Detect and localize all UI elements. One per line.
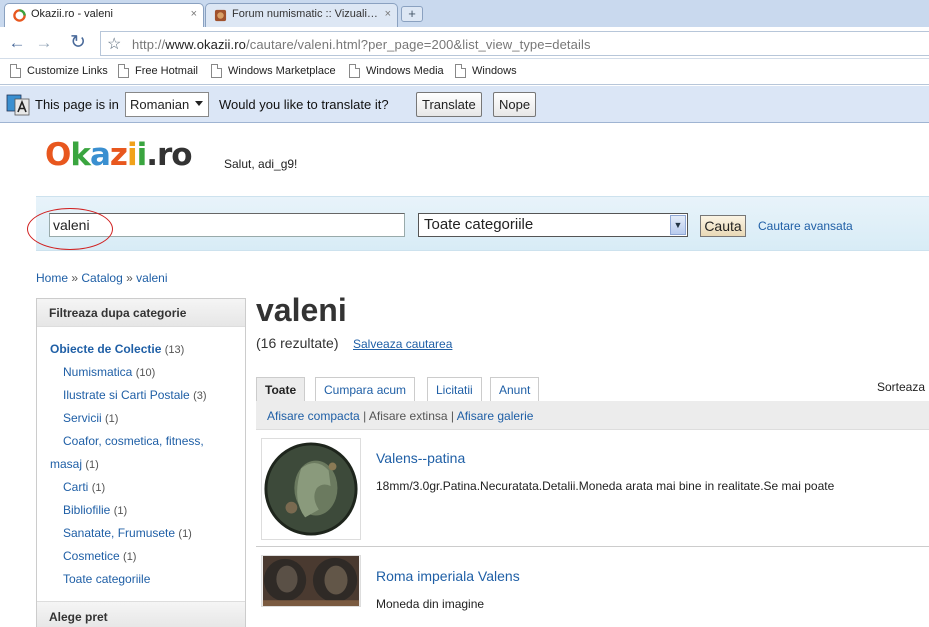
bookmark-windows-marketplace[interactable]: Windows Marketplace: [211, 64, 336, 78]
listing-title-link[interactable]: Valens--patina: [376, 450, 465, 466]
logo-letter: z: [109, 137, 128, 173]
sidebar-item-servicii[interactable]: Servicii (1): [63, 411, 118, 425]
logo-letter: O: [45, 137, 71, 173]
sidebar-item-carti[interactable]: Carti (1): [63, 480, 105, 494]
category-select[interactable]: Toate categoriile ▼: [418, 213, 688, 237]
save-search-link[interactable]: Salveaza cautarea: [353, 337, 452, 351]
page-icon: [349, 64, 360, 78]
address-bar[interactable]: ☆ http://www.okazii.ro/cautare/valeni.ht…: [100, 31, 929, 56]
translate-prefix: This page is in: [35, 97, 119, 112]
page-icon: [455, 64, 466, 78]
tab-anunt[interactable]: Anunt: [490, 377, 540, 402]
price-filter-heading[interactable]: Alege pret: [37, 601, 245, 627]
breadcrumb-current[interactable]: valeni: [136, 271, 167, 285]
translate-question: Would you like to translate it?: [219, 97, 389, 112]
view-extended-current: Afisare extinsa: [368, 409, 448, 423]
sidebar-item-toate[interactable]: Toate categoriile: [63, 572, 150, 586]
tab-licitatii[interactable]: Licitatii: [427, 377, 482, 402]
bookmark-customize-links[interactable]: Customize Links: [10, 64, 108, 78]
forum-favicon-icon: [214, 9, 227, 22]
page-icon: [118, 64, 129, 78]
sidebar-item-sanatate[interactable]: Sanatate, Frumusete (1): [63, 526, 192, 540]
listing-item: Valens--patina 18mm/3.0gr.Patina.Necurat…: [256, 430, 929, 547]
view-mode-bar: Afisare compacta | Afisare extinsa | Afi…: [256, 401, 929, 430]
bookmark-windows[interactable]: Windows: [455, 64, 517, 78]
sidebar-item-obiecte-de-colectie[interactable]: Obiecte de Colectie (13): [50, 342, 184, 356]
tab-okazii[interactable]: Okazii.ro - valeni ×: [4, 3, 204, 27]
okazii-logo[interactable]: Okazii.ro: [45, 136, 193, 174]
bookmarks-bar: Customize Links Free Hotmail Windows Mar…: [0, 60, 929, 85]
sidebar-item-numismatica[interactable]: Numismatica (10): [63, 365, 155, 379]
sidebar-heading: Filtreaza dupa categorie: [37, 299, 245, 327]
search-bar: valeni Toate categoriile ▼ Cauta Cautare …: [27, 196, 929, 251]
results-count: (16 rezultate): [256, 335, 339, 351]
bookmark-star-icon[interactable]: ☆: [107, 34, 121, 54]
view-gallery-link[interactable]: Afisare galerie: [457, 409, 534, 423]
coin-thumbnail-image[interactable]: [261, 555, 361, 607]
url-text: http://www.okazii.ro/cautare/valeni.html…: [132, 37, 591, 52]
breadcrumb: Home » Catalog » valeni: [36, 271, 168, 285]
page-icon: [10, 64, 21, 78]
coin-thumbnail-image[interactable]: [261, 438, 361, 540]
okazii-favicon-icon: [13, 9, 26, 22]
logo-letter: i: [126, 137, 138, 173]
reload-icon[interactable]: ↻: [67, 33, 89, 55]
user-greeting: Salut, adi_g9!: [224, 157, 298, 171]
tab-title: Okazii.ro - valeni: [31, 8, 113, 20]
search-button[interactable]: Cauta: [700, 215, 746, 237]
translate-icon: [6, 94, 30, 116]
sort-label[interactable]: Sorteaza: [877, 380, 925, 394]
listing-item: Roma imperiala Valens Moneda din imagine: [256, 548, 929, 627]
page-icon: [211, 64, 222, 78]
red-circle-annotation: [27, 208, 113, 250]
sidebar-item-bibliofilie[interactable]: Bibliofilie (1): [63, 503, 127, 517]
tab-toate[interactable]: Toate: [256, 377, 306, 402]
tab-cumpara-acum[interactable]: Cumpara acum: [315, 377, 416, 402]
sidebar-item-coafor-cont[interactable]: masaj (1): [50, 457, 99, 471]
listing-title-link[interactable]: Roma imperiala Valens: [376, 568, 520, 584]
page-title: valeni: [256, 292, 347, 328]
view-compact-link[interactable]: Afisare compacta: [267, 409, 360, 423]
sidebar-item-coafor[interactable]: Coafor, cosmetica, fitness,: [63, 434, 204, 448]
close-tab-icon[interactable]: ×: [191, 8, 197, 20]
sidebar-item-ilustrate[interactable]: Ilustrate si Carti Postale (3): [63, 388, 207, 402]
nope-button[interactable]: Nope: [493, 92, 537, 117]
language-select[interactable]: Romanian: [125, 92, 209, 117]
new-tab-button[interactable]: +: [401, 6, 423, 22]
chevron-down-icon: ▼: [670, 215, 686, 235]
tab-forum[interactable]: Forum numismatic :: Vizuali… ×: [205, 3, 398, 27]
browser-toolbar: ← → ↻ ☆ http://www.okazii.ro/cautare/val…: [0, 27, 929, 59]
listing-description: 18mm/3.0gr.Patina.Necuratata.Detalii.Mon…: [376, 479, 835, 493]
sidebar-item-cosmetice[interactable]: Cosmetice (1): [63, 549, 136, 563]
forward-arrow-icon[interactable]: →: [33, 33, 55, 55]
bookmark-windows-media[interactable]: Windows Media: [349, 64, 444, 78]
listing-description: Moneda din imagine: [376, 597, 485, 611]
breadcrumb-home[interactable]: Home: [36, 271, 68, 285]
breadcrumb-catalog[interactable]: Catalog: [81, 271, 122, 285]
close-tab-icon[interactable]: ×: [385, 8, 391, 20]
browser-tab-strip: Okazii.ro - valeni × Forum numismatic ::…: [0, 0, 929, 27]
chevron-down-icon: [195, 101, 203, 106]
category-filter-sidebar: Filtreaza dupa categorie Obiecte de Cole…: [36, 298, 246, 627]
advanced-search-link[interactable]: Cautare avansata: [758, 219, 853, 233]
tab-title: Forum numismatic :: Vizuali…: [232, 8, 378, 20]
logo-letter: k: [70, 137, 91, 173]
logo-letter: a: [89, 137, 111, 173]
logo-letter: .ro: [146, 137, 192, 173]
logo-letter: i: [136, 137, 148, 173]
page-content: Okazii.ro Salut, adi_g9! valeni Toate ca…: [0, 124, 929, 627]
translate-infobar: This page is in Romanian Would you like …: [0, 86, 929, 123]
back-arrow-icon[interactable]: ←: [6, 33, 28, 55]
translate-button[interactable]: Translate: [416, 92, 482, 117]
bookmark-free-hotmail[interactable]: Free Hotmail: [118, 64, 198, 78]
